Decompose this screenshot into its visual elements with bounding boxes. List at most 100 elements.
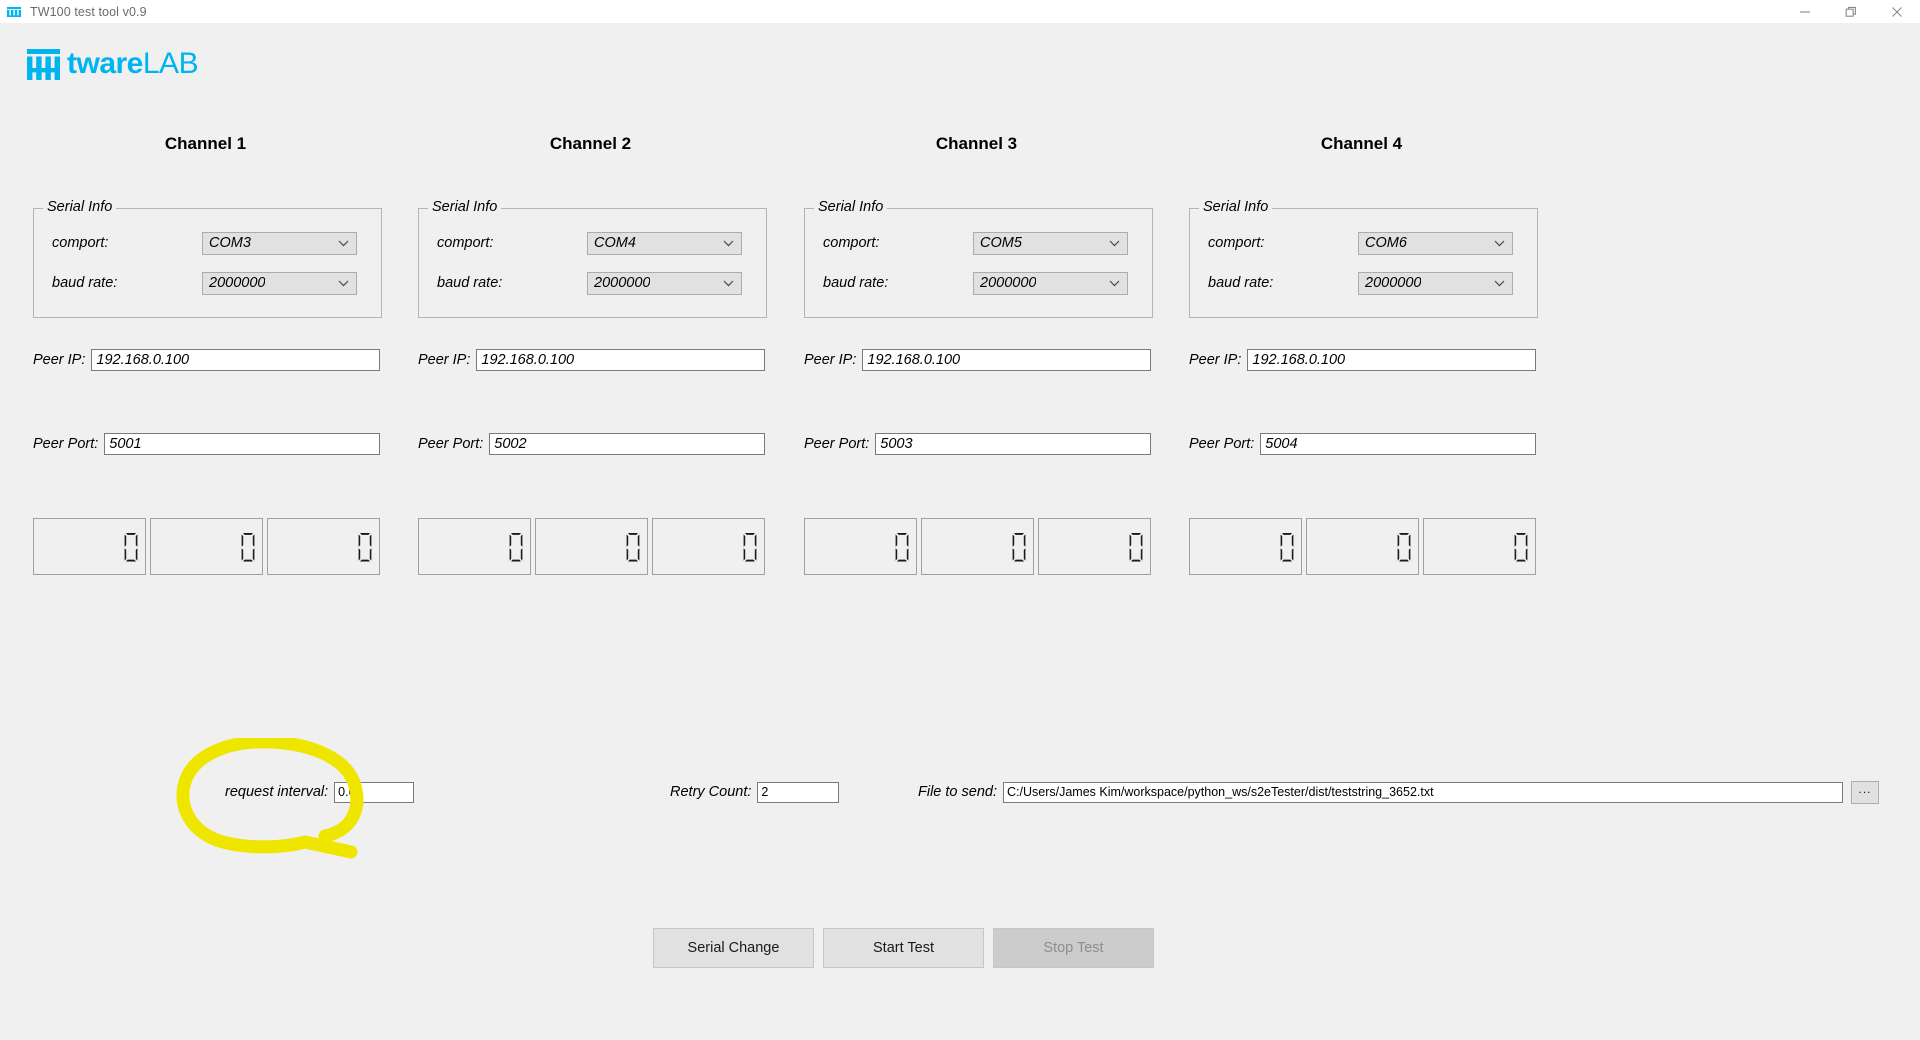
peer-port-input[interactable]: 5002	[489, 433, 765, 455]
ellipsis-icon: ...	[1858, 782, 1872, 796]
counter-display-2	[921, 518, 1034, 575]
comport-row: comport: COM3	[34, 231, 381, 255]
baud-rate-select[interactable]: 2000000	[587, 271, 742, 295]
peer-ip-row: Peer IP: 192.168.0.100	[13, 349, 398, 371]
baud-rate-row: baud rate: 2000000	[419, 271, 766, 295]
baud-rate-select[interactable]: 2000000	[202, 271, 357, 295]
app-surface: twareLAB Channel 1 Serial Info comport: …	[0, 23, 1920, 1040]
baud-rate-select[interactable]: 2000000	[973, 271, 1128, 295]
peer-port-row: Peer Port: 5002	[398, 433, 783, 455]
request-interval-group: request interval: 0.0	[225, 780, 415, 804]
comport-value: COM5	[980, 235, 1022, 251]
serial-info-label: Serial Info	[814, 199, 888, 215]
counter-row	[804, 518, 1151, 575]
request-interval-label: request interval:	[225, 784, 329, 800]
channel-column-3: Channel 3 Serial Info comport: COM5 baud…	[784, 133, 1169, 575]
counter-row	[418, 518, 765, 575]
peer-ip-input[interactable]: 192.168.0.100	[1247, 349, 1536, 371]
twarelab-logo-mark	[27, 48, 60, 80]
peer-ip-row: Peer IP: 192.168.0.100	[784, 349, 1169, 371]
brand-light: LAB	[142, 47, 199, 80]
serial-info-label: Serial Info	[43, 199, 117, 215]
serial-info-label: Serial Info	[428, 199, 502, 215]
maximize-icon[interactable]	[1828, 0, 1874, 23]
brand-bold: tware	[67, 47, 143, 80]
counter-display-2	[1306, 518, 1419, 575]
baud-rate-row: baud rate: 2000000	[1190, 271, 1537, 295]
peer-port-label: Peer Port:	[418, 436, 484, 452]
counter-display-3	[267, 518, 380, 575]
peer-port-input[interactable]: 5003	[875, 433, 1151, 455]
peer-ip-label: Peer IP:	[33, 352, 86, 368]
browse-file-button[interactable]: ...	[1851, 780, 1879, 804]
baud-rate-select[interactable]: 2000000	[1358, 271, 1513, 295]
baud-rate-label: baud rate:	[52, 275, 118, 291]
request-interval-input[interactable]: 0.0	[334, 781, 415, 803]
brand-wordmark: twareLAB	[67, 47, 199, 80]
peer-port-label: Peer Port:	[1189, 436, 1255, 452]
file-to-send-input[interactable]: C:/Users/James Kim/workspace/python_ws/s…	[1003, 781, 1843, 803]
window-titlebar: TW100 test tool v0.9	[0, 0, 1920, 24]
chevron-down-icon	[1494, 233, 1505, 254]
baud-rate-label: baud rate:	[823, 275, 889, 291]
counter-display-2	[535, 518, 648, 575]
counter-display-2	[150, 518, 263, 575]
comport-select[interactable]: COM5	[973, 231, 1128, 255]
counter-display-1	[418, 518, 531, 575]
serial-info-groupbox: Serial Info comport: COM5 baud rate: 200…	[804, 199, 1153, 318]
peer-port-row: Peer Port: 5004	[1169, 433, 1554, 455]
comport-label: comport:	[437, 235, 494, 251]
baud-rate-value: 2000000	[594, 275, 651, 291]
retry-count-input[interactable]: 2	[757, 781, 840, 803]
chevron-down-icon	[1494, 273, 1505, 294]
baud-rate-row: baud rate: 2000000	[34, 271, 381, 295]
start-test-button[interactable]: Start Test	[823, 928, 984, 968]
baud-rate-row: baud rate: 2000000	[805, 271, 1152, 295]
counter-display-1	[1189, 518, 1302, 575]
peer-port-label: Peer Port:	[33, 436, 99, 452]
peer-port-row: Peer Port: 5001	[13, 433, 398, 455]
peer-port-input[interactable]: 5001	[104, 433, 380, 455]
channel-title: Channel 2	[549, 134, 632, 153]
comport-label: comport:	[1208, 235, 1265, 251]
stop-test-button: Stop Test	[993, 928, 1154, 968]
window-title: TW100 test tool v0.9	[30, 4, 147, 19]
peer-port-input[interactable]: 5004	[1260, 433, 1536, 455]
channel-column-1: Channel 1 Serial Info comport: COM3 baud…	[13, 133, 398, 575]
comport-value: COM6	[1365, 235, 1407, 251]
serial-change-button[interactable]: Serial Change	[653, 928, 814, 968]
file-to-send-label: File to send:	[918, 784, 997, 800]
comport-select[interactable]: COM4	[587, 231, 742, 255]
comport-value: COM4	[594, 235, 636, 251]
counter-display-1	[804, 518, 917, 575]
peer-ip-input[interactable]: 192.168.0.100	[91, 349, 380, 371]
channel-title: Channel 1	[164, 134, 247, 153]
comport-select[interactable]: COM3	[202, 231, 357, 255]
chevron-down-icon	[1109, 233, 1120, 254]
peer-port-row: Peer Port: 5003	[784, 433, 1169, 455]
chevron-down-icon	[723, 233, 734, 254]
baud-rate-value: 2000000	[1365, 275, 1422, 291]
chevron-down-icon	[1109, 273, 1120, 294]
peer-ip-label: Peer IP:	[418, 352, 471, 368]
counter-row	[33, 518, 380, 575]
action-button-row: Serial Change Start Test Stop Test	[653, 928, 1154, 968]
retry-count-group: Retry Count: 2	[670, 780, 840, 804]
serial-info-groupbox: Serial Info comport: COM3 baud rate: 200…	[33, 199, 382, 318]
comport-select[interactable]: COM6	[1358, 231, 1513, 255]
channel-column-2: Channel 2 Serial Info comport: COM4 baud…	[398, 133, 783, 575]
baud-rate-value: 2000000	[980, 275, 1037, 291]
peer-ip-row: Peer IP: 192.168.0.100	[398, 349, 783, 371]
peer-ip-label: Peer IP:	[1189, 352, 1242, 368]
minimize-icon[interactable]	[1782, 0, 1828, 23]
close-icon[interactable]	[1874, 0, 1920, 23]
comport-row: comport: COM6	[1190, 231, 1537, 255]
comport-row: comport: COM5	[805, 231, 1152, 255]
channel-column-4: Channel 4 Serial Info comport: COM6 baud…	[1169, 133, 1554, 575]
peer-ip-input[interactable]: 192.168.0.100	[862, 349, 1151, 371]
peer-port-label: Peer Port:	[804, 436, 870, 452]
counter-display-3	[1038, 518, 1151, 575]
peer-ip-input[interactable]: 192.168.0.100	[476, 349, 765, 371]
twarelab-icon	[6, 4, 22, 20]
serial-info-groupbox: Serial Info comport: COM6 baud rate: 200…	[1189, 199, 1538, 318]
